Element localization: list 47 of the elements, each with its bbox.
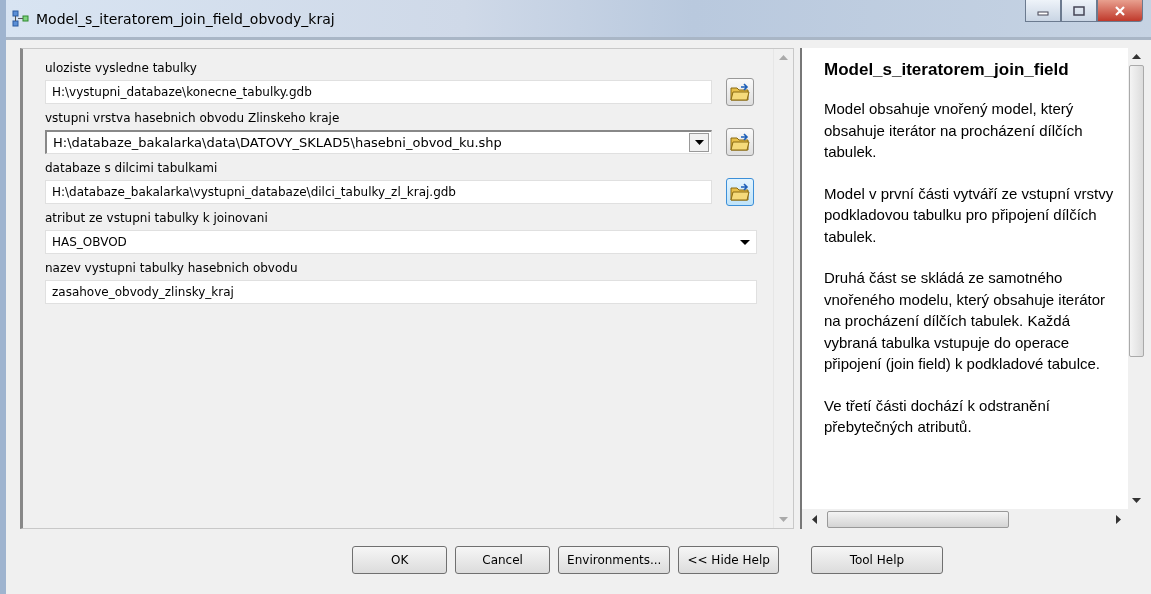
browse-button[interactable] [726, 78, 754, 106]
path-combobox[interactable]: H:\databaze_bakalarka\data\DATOVY_SKLAD5\hasebni_obvod_ku.shp [45, 130, 712, 154]
dropdown-button[interactable] [689, 133, 709, 152]
maximize-button[interactable] [1061, 0, 1097, 22]
scroll-down-icon [779, 517, 788, 522]
folder-icon [730, 83, 750, 101]
help-title: Model_s_iteratorem_join_field [824, 60, 1070, 80]
dialog-button[interactable]: OK [352, 546, 448, 574]
horizontal-scrollbar[interactable] [802, 509, 1145, 529]
browse-button[interactable] [726, 128, 754, 156]
close-button[interactable] [1097, 0, 1143, 22]
dialog-button[interactable]: << Hide Help [678, 546, 779, 574]
caret-icon [740, 239, 750, 245]
help-paragraph: Model obsahuje vnořený model, který obsahuje iterátor na procházení dílčích tabulek. [824, 99, 1084, 162]
scroll-up-icon [1132, 54, 1141, 59]
minimize-button[interactable] [1025, 0, 1061, 22]
window-title: Model_s_iteratorem_join_field_obvody_kraj [36, 10, 335, 27]
parameter-label: atribut ze vstupni tabulky k joinovani [45, 210, 269, 227]
text-field[interactable]: zasahove_obvody_zlinsky_kraj [45, 280, 757, 304]
folder-icon [730, 183, 750, 201]
parameter-label: nazev vystupni tabulky hasebnich obvodu [45, 260, 299, 277]
help-paragraph: Druhá část se skládá ze samotného vnořeného modelu, který obsahuje iterátor na procházení dílčích tabulek. Každá vybraná tabulka vstupuje do operace připojení (join field) k podkladové tabulce. [824, 268, 1106, 374]
path-field[interactable]: H:\vystupni_databaze\konecne_tabulky.gdb [45, 80, 712, 104]
path-field[interactable]: H:\databaze_bakalarka\vystupni_databaze\dilci_tabulky_zl_kraj.gdb [45, 180, 712, 204]
dialog-button[interactable]: Cancel [455, 546, 551, 574]
dropdown-field[interactable]: HAS_OBVOD [45, 230, 757, 254]
help-paragraph: Model v první části vytváří ze vstupní vrstvy podkladovou tabulku pro připojení dílčích tabulek. [824, 183, 1115, 247]
parameter-label: databaze s dilcimi tabulkami [45, 160, 219, 177]
folder-icon [730, 133, 750, 151]
help-paragraph: Ve třetí části dochází k odstranění přebytečných atributů. [824, 395, 1051, 437]
dialog-button[interactable]: Environments... [558, 546, 671, 574]
scroll-up-icon [779, 55, 788, 60]
combobox-value: H:\databaze_bakalarka\data\DATOVY_SKLAD5\hasebni_obvod_ku.shp [53, 133, 502, 152]
dropdown-value: HAS_OBVOD [52, 234, 127, 251]
parameter-label: vstupni vrstva hasebnich obvodu Zlinskeho kraje [45, 110, 341, 127]
scroll-left-icon [812, 514, 817, 524]
scrollbar-thumb[interactable] [827, 510, 1009, 528]
browse-button[interactable] [726, 178, 754, 206]
parameter-label: uloziste vysledne tabulky [45, 60, 198, 77]
maximize-icon [1073, 5, 1085, 16]
caret-icon [694, 140, 704, 145]
model-icon [12, 9, 30, 28]
dialog-button[interactable]: Tool Help [810, 546, 943, 574]
scrollbar-thumb[interactable] [1129, 65, 1144, 357]
scroll-down-icon [1132, 498, 1141, 503]
scroll-right-icon [1116, 514, 1121, 524]
close-icon [1114, 5, 1126, 16]
